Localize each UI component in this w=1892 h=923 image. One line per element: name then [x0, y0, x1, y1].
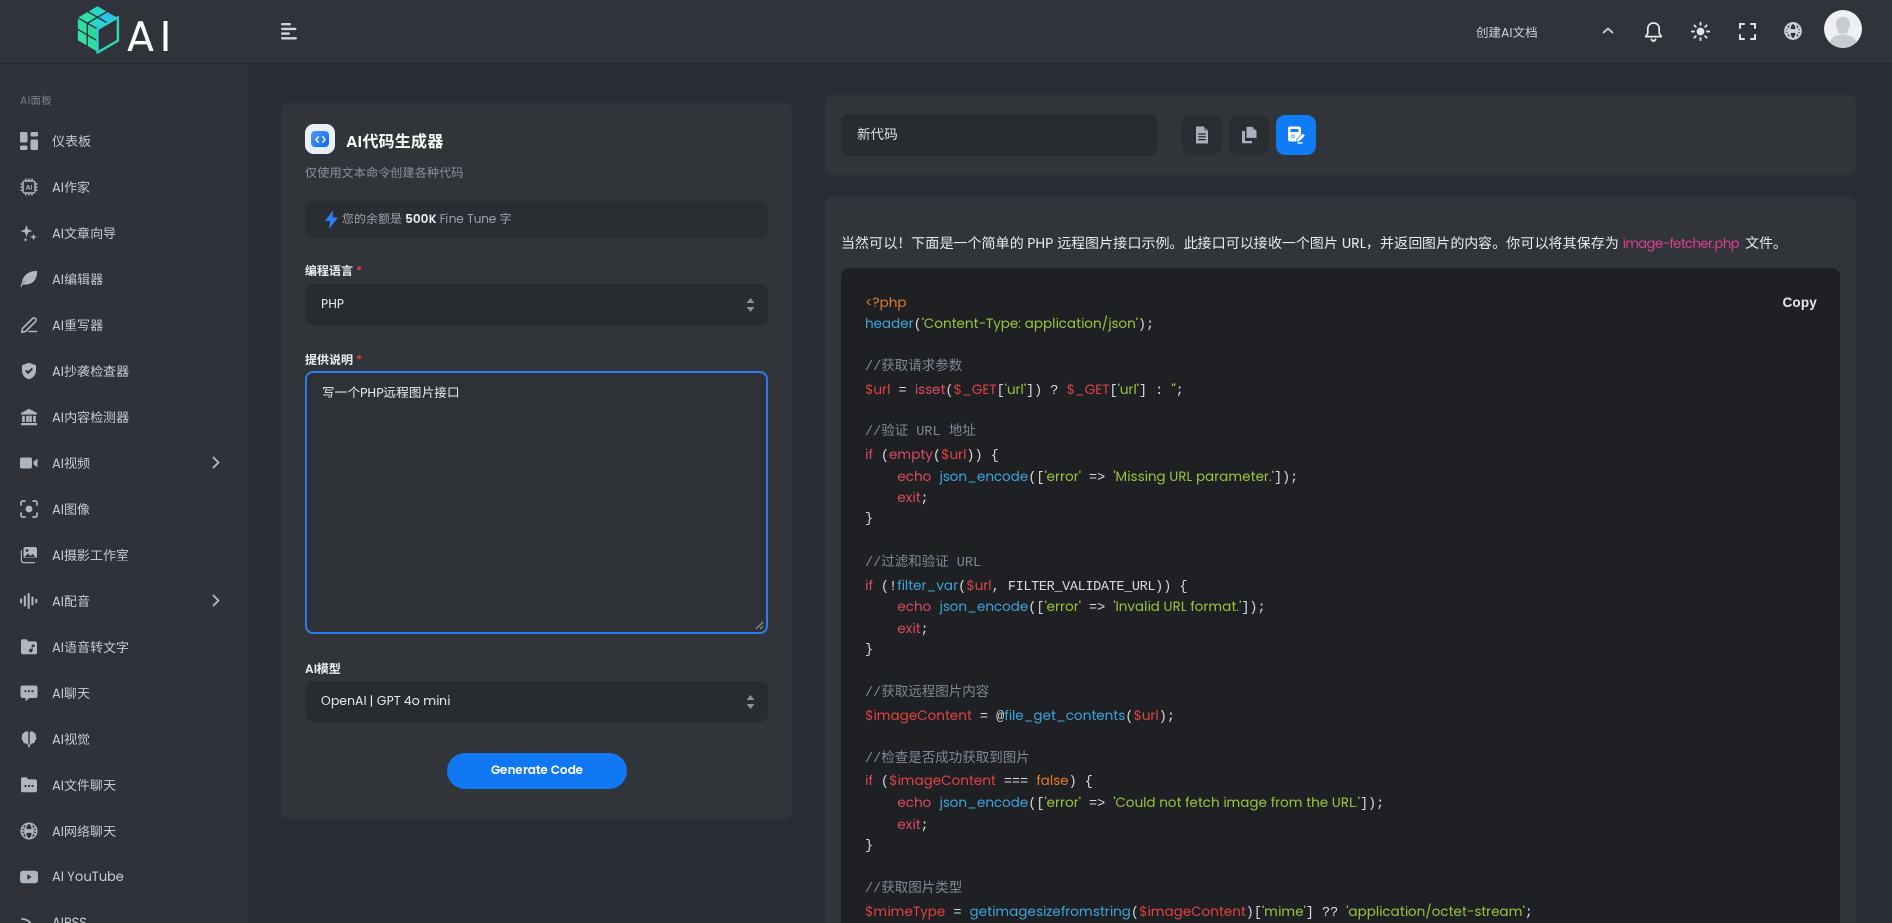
svg-text:AI: AI [26, 184, 32, 193]
